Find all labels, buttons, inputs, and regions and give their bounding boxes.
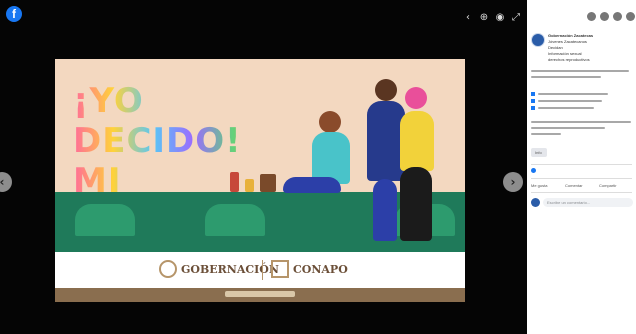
account-icon[interactable] [626,12,635,21]
gobernacion-label: GOBERNACIÓN [181,263,279,276]
bullet-icon [531,99,535,103]
post-text-line [531,76,601,78]
divider [531,178,632,179]
user-avatar [531,198,540,207]
divider [531,164,632,165]
post-text-line [538,100,602,102]
zoom-in-icon[interactable]: ⊕ [478,12,490,24]
post-text-line [531,121,631,123]
comment-button[interactable]: Comentar [565,183,583,188]
post-text-line [538,93,608,95]
poster-footer: GOBERNACIÓN CONAPO [55,252,465,288]
comment-placeholder: Escribe un comentario... [547,200,591,205]
gobernacion-seal-icon [159,260,177,278]
post-tag[interactable]: Info [531,148,547,157]
divider [531,192,632,193]
zoom-out-icon[interactable]: ‹ [462,12,474,24]
bush-shape [75,204,135,236]
footer-divider [262,260,263,280]
bullet-icon [531,92,535,96]
post-tag-label: Info [535,150,542,155]
conapo-logo-icon [271,260,289,278]
like-button[interactable]: Me gusta [531,183,547,188]
person-head [375,79,397,101]
photo-viewer: f ‹ ⊕ ◉ ⤢ ‹ › ¡YO DECIDO! MI FUTURO GOBE… [0,0,527,334]
person-legs [373,179,397,241]
tag-icon[interactable]: ◉ [494,12,506,24]
notifications-icon[interactable] [613,12,622,21]
menu-icon[interactable] [587,12,596,21]
campaign-poster: ¡YO DECIDO! MI FUTURO GOBERNACIÓN CONAPO [55,59,465,302]
person-standing [400,111,434,171]
post-text-line [531,133,561,135]
next-arrow-icon[interactable]: › [503,172,523,192]
person-head [405,87,427,109]
prev-arrow-icon[interactable]: ‹ [0,172,12,192]
fullscreen-icon[interactable]: ⤢ [510,12,522,24]
post-sidebar: Gobernación Zacatecas Jóvenes Zacatecano… [527,0,636,334]
comment-input[interactable]: Escribe un comentario... [543,198,633,207]
facebook-logo-icon[interactable]: f [6,6,22,22]
poster-bottom-band [55,288,465,302]
headline-line-1: ¡YO DECIDO! [73,81,242,161]
conapo-label: CONAPO [293,263,348,276]
bush-shape [205,204,265,236]
page-name[interactable]: Gobernación Zacatecas [548,33,634,38]
post-text-line [531,70,629,72]
jar-illustration [230,172,239,192]
person-legs [400,167,432,241]
post-line: derechos reproductivos [548,57,590,62]
post-text-line [531,127,605,129]
bucket-illustration [260,174,276,192]
messenger-icon[interactable] [600,12,609,21]
like-count-icon [531,168,536,173]
post-text-line [538,107,594,109]
post-line: Decidan [548,45,563,50]
person-legs [283,177,341,193]
post-line: Información sexual [548,51,582,56]
page-avatar[interactable] [531,33,545,47]
post-line: Jóvenes Zacatecanos [548,39,587,44]
share-button[interactable]: Compartir [599,183,617,188]
bullet-icon [531,106,535,110]
jar-illustration [245,179,254,192]
person-head [319,111,341,133]
band-text [225,291,295,297]
